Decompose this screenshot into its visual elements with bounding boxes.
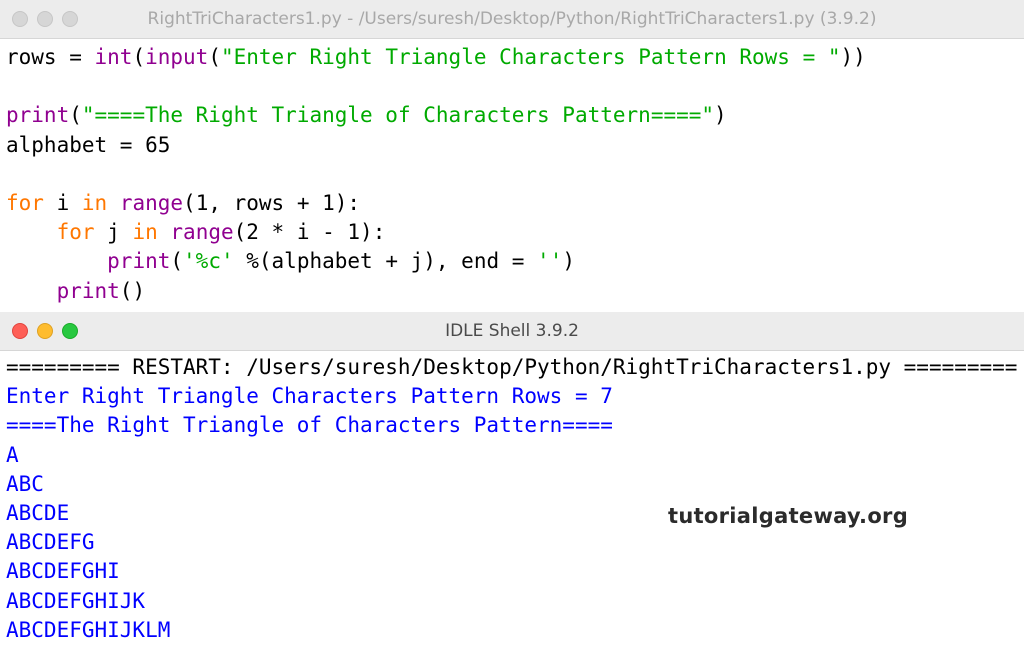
code-token: print [107,249,171,274]
code-token: "====The Right Triangle of Characters Pa… [81,103,715,128]
code-token: ) [714,103,727,128]
code-token: j [94,220,133,245]
output-line: A [6,442,19,467]
output-line: ABCDEFGHI [6,559,120,584]
header-line: ====The Right Triangle of Characters Pat… [6,413,613,438]
output-line: ABCDEFG [6,530,95,555]
code-token: ( [132,45,146,69]
shell-titlebar: IDLE Shell 3.9.2 [0,312,1024,351]
code-line: alphabet = 65 [6,131,1024,160]
code-token: range [119,190,184,215]
code-line: rows = int(input("Enter Right Triangle C… [6,43,1024,72]
code-token: '' [537,249,563,274]
output-line: ABC [6,471,44,496]
code-token: print [56,278,120,303]
code-token: for [56,220,95,245]
code-token: "Enter Right Triangle Characters Pattern… [220,45,841,69]
code-line: print("====The Right Triangle of Charact… [6,101,1024,130]
editor-titlebar: RightTriCharacters1.py - /Users/suresh/D… [0,0,1024,39]
code-token: alphabet = 65 [6,132,171,157]
code-token: input [145,45,209,69]
code-token: (1, rows + 1): [183,190,361,215]
output-line: ABCDEFGHIJK [6,588,146,613]
code-token: ( [170,249,184,274]
code-line: print() [6,277,1024,306]
shell-title: IDLE Shell 3.9.2 [445,321,579,341]
code-token: ( [69,103,82,128]
code-token: ) [562,249,575,274]
watermark: tutorialgateway.org [668,504,909,528]
code-token: i [43,190,82,215]
code-line: for j in range(2 * i - 1): [6,218,1024,247]
code-token: for [6,190,44,215]
code-token: (2 * i - 1): [233,220,386,245]
code-token: range [170,220,234,245]
code-token: )) [840,45,866,69]
code-token: '%c' [183,249,234,274]
shell-window: IDLE Shell 3.9.2 ========= RESTART: /Use… [0,312,1024,642]
prompt-line: Enter Right Triangle Characters Pattern … [6,384,613,409]
code-token: in [81,190,108,215]
shell-output[interactable]: ========= RESTART: /Users/suresh/Desktop… [0,351,1024,645]
output-line: ABCDEFGHIJKLM [6,617,171,642]
code-editor[interactable]: rows = int(input("Enter Right Triangle C… [0,39,1024,306]
code-token: %(alphabet + j), end = [233,249,538,274]
code-token: () [119,278,146,303]
editor-title: RightTriCharacters1.py - /Users/suresh/D… [147,9,877,29]
code-token: int [94,45,133,69]
editor-window: RightTriCharacters1.py - /Users/suresh/D… [0,0,1024,310]
code-token: ( [208,45,221,69]
code-token: in [132,220,158,245]
code-line: print('%c' %(alphabet + j), end = '') [6,247,1024,276]
code-line: for i in range(1, rows + 1): [6,189,1024,218]
code-token: print [6,103,70,128]
code-token: rows = [6,45,95,69]
restart-line: ========= RESTART: /Users/suresh/Desktop… [6,355,1018,379]
